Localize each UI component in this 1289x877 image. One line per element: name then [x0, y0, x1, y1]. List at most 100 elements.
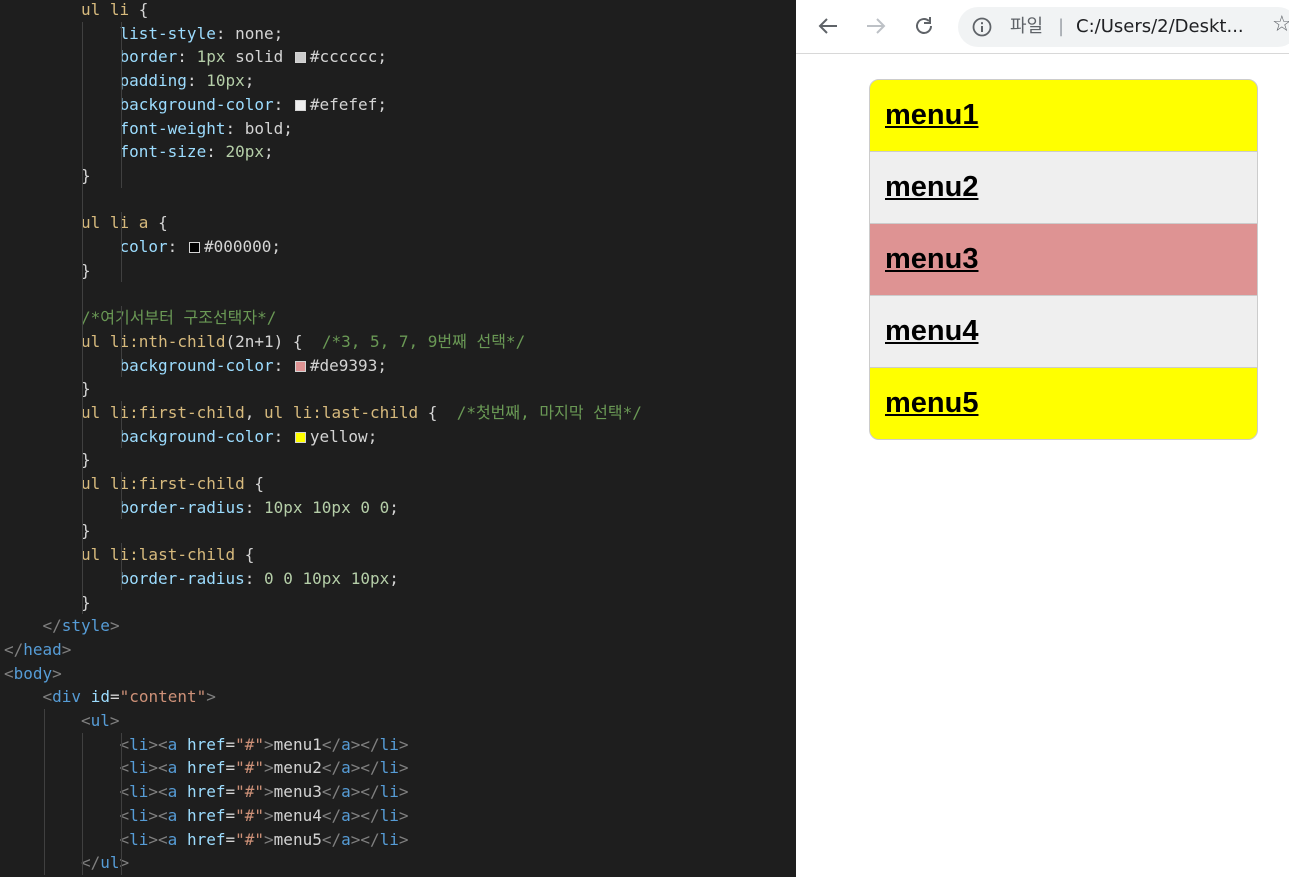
- code-token: ul li:first-child: [81, 474, 245, 493]
- info-icon[interactable]: [972, 17, 992, 37]
- code-token: {: [235, 545, 255, 565]
- code-token: =: [225, 805, 236, 825]
- color-swatch: [294, 360, 306, 372]
- browser-window: 파일 | C:/Users/2/Deskt... ☆ menu1 menu2 men…: [796, 0, 1289, 877]
- code-token: menu1: [273, 734, 322, 754]
- forward-button[interactable]: [863, 13, 889, 39]
- code-line: <body>: [4, 662, 62, 686]
- code-token: >: [52, 663, 62, 683]
- code-token: 10px 10px 0 0: [264, 497, 390, 517]
- code-token: >: [264, 805, 274, 825]
- code-token: color: [119, 237, 168, 256]
- code-line: </style>: [43, 614, 120, 638]
- code-token: <: [4, 663, 14, 683]
- code-token: font-size: [119, 142, 207, 162]
- code-token: ul li a: [81, 213, 149, 233]
- code-line: ul li:first-child, ul li:last-child { /*…: [81, 401, 642, 425]
- code-line: list-style: none;: [120, 22, 284, 46]
- code-line: color: #000000;: [120, 235, 282, 259]
- code-token: ul li:first-child: [81, 402, 245, 422]
- code-token: {: [418, 402, 457, 422]
- code-line: background-color: #efefef;: [120, 93, 387, 117]
- code-token: border-radius: [119, 497, 245, 517]
- code-token: :: [177, 47, 197, 67]
- code-token: </: [81, 853, 101, 873]
- code-token: >: [398, 782, 409, 802]
- url-text: C:/Users/2/Deskt...: [1076, 16, 1244, 37]
- code-token: list-style: [119, 23, 216, 43]
- code-editor[interactable]: ul li {list-style: none; border: 1px soli…: [0, 0, 796, 877]
- reload-button[interactable]: [911, 13, 937, 39]
- bookmark-star-icon[interactable]: ☆: [1272, 12, 1289, 37]
- code-token: ul: [90, 711, 110, 730]
- code-line: <li><a href="#">menu5</a></li>: [120, 828, 409, 852]
- code-token: href: [186, 758, 226, 778]
- code-token: ></: [350, 805, 380, 825]
- code-token: a: [167, 758, 178, 778]
- code-token: ul li:last-child: [264, 402, 419, 422]
- code-line: <li><a href="#">menu2</a></li>: [120, 756, 409, 780]
- code-token: </: [321, 805, 342, 825]
- separator: |: [1058, 16, 1065, 37]
- code-token: href: [186, 782, 226, 802]
- code-token: a: [167, 829, 178, 849]
- code-line: border-radius: 0 0 10px 10px;: [120, 567, 399, 591]
- code-token: =: [225, 782, 236, 802]
- code-token: div: [52, 687, 82, 707]
- scheme-label: 파일: [1010, 16, 1044, 37]
- code-token: li: [379, 734, 399, 754]
- code-line: <ul>: [81, 709, 120, 733]
- code-token: id: [90, 687, 110, 707]
- back-button[interactable]: [815, 13, 841, 39]
- code-token: ,: [244, 402, 265, 422]
- menu-link[interactable]: menu5: [885, 387, 978, 419]
- address-bar[interactable]: 파일 | C:/Users/2/Deskt...: [958, 7, 1289, 47]
- code-token: =: [225, 829, 236, 849]
- menu-link[interactable]: menu3: [885, 243, 978, 275]
- code-line: ul li:last-child {: [81, 543, 254, 567]
- code-token: {: [244, 474, 265, 493]
- code-token: li: [129, 758, 149, 778]
- code-token: a: [167, 782, 178, 802]
- code-token: /*여기서부터 구조선택자*/: [81, 308, 277, 328]
- code-token: padding: [119, 71, 187, 91]
- menu-link[interactable]: menu4: [885, 315, 978, 347]
- code-token: :: [186, 71, 207, 91]
- menu-link[interactable]: menu1: [885, 99, 978, 131]
- code-token: ></: [350, 829, 380, 849]
- code-token: (2n+1) {: [225, 331, 322, 351]
- code-token: menu2: [273, 758, 322, 778]
- code-token: {: [129, 0, 149, 19]
- code-token: a: [167, 734, 178, 754]
- code-token: ></: [350, 758, 380, 778]
- menu-link[interactable]: menu2: [885, 171, 978, 203]
- menu-item: menu4: [869, 295, 1258, 368]
- code-token: "content": [119, 687, 207, 707]
- code-token: menu5: [273, 829, 322, 849]
- code-token: {: [148, 213, 168, 233]
- code-token: a: [341, 734, 351, 754]
- code-token: ;: [264, 142, 274, 162]
- code-token: </: [321, 734, 342, 754]
- code-token: /*첫번째, 마지막 선택*/: [456, 402, 642, 422]
- code-token: :: [244, 497, 264, 517]
- arrow-left-icon: [818, 18, 837, 34]
- code-line: padding: 10px;: [120, 69, 255, 93]
- code-token: "#": [235, 782, 265, 802]
- code-token: </: [321, 829, 342, 849]
- code-token: ></: [350, 734, 380, 754]
- code-token: border: [119, 47, 178, 67]
- indent-guide: [120, 543, 122, 591]
- code-token: 0 0 10px 10px: [264, 568, 390, 588]
- code-token: >: [264, 829, 274, 849]
- code-token: a: [341, 805, 351, 825]
- code-line: font-size: 20px;: [120, 140, 274, 164]
- code-token: li: [379, 829, 399, 849]
- indent-guide: [120, 401, 122, 449]
- code-token: li: [129, 734, 149, 754]
- color-swatch: [294, 99, 306, 111]
